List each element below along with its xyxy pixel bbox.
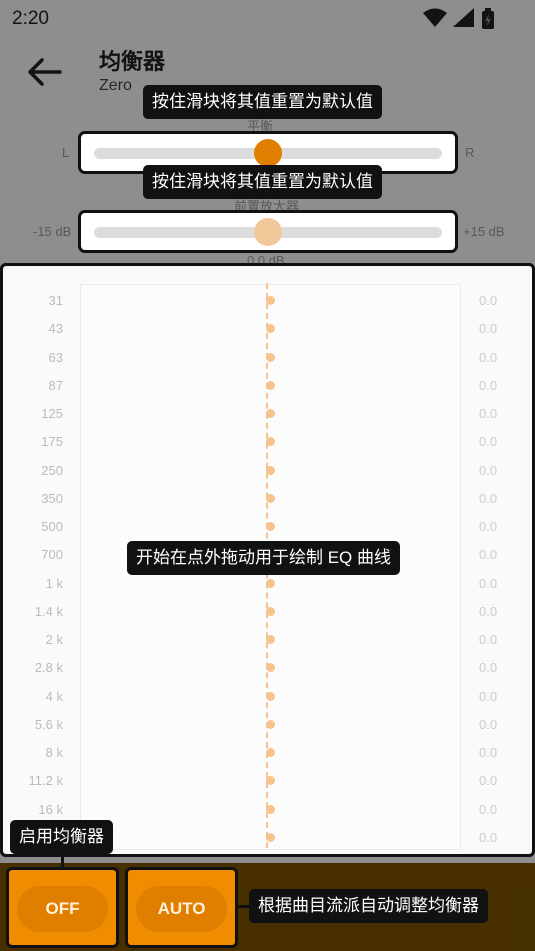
tooltip-auto-eq: 根据曲目流派自动调整均衡器 [249, 889, 488, 923]
eq-band-frequency: 500 [41, 519, 63, 534]
balance-left-label: L [62, 145, 70, 160]
status-time: 2:20 [12, 8, 49, 29]
eq-band-frequency: 2.8 k [34, 660, 63, 676]
eq-band-gain: 0.0 [479, 632, 498, 647]
tooltip-reset-balance: 按住滑块将其值重置为默认值 [143, 85, 382, 119]
eq-band-gain: 0.0 [479, 547, 498, 563]
eq-band-frequency: 125 [41, 406, 63, 421]
tooltip-reset-preamp: 按住滑块将其值重置为默认值 [143, 165, 382, 199]
eq-band-gain: 0.0 [479, 660, 498, 676]
preamp-thumb[interactable] [254, 218, 282, 246]
eq-band-frequency: 63 [48, 349, 63, 365]
eq-band-gain: 0.0 [479, 603, 498, 619]
tooltip-draw-curve: 开始在点外拖动用于绘制 EQ 曲线 [127, 541, 401, 575]
eq-band-frequency: 1.4 k [34, 603, 63, 619]
eq-band-frequency: 1 k [45, 575, 63, 591]
preset-name: Zero [99, 77, 132, 94]
eq-band-frequency: 2 k [45, 632, 63, 647]
eq-band-frequency: 350 [41, 490, 63, 506]
eq-band-frequency: 31 [48, 293, 63, 308]
eq-band-gain: 0.0 [479, 801, 498, 817]
eq-band-frequency: 250 [41, 462, 63, 478]
preamp-slider[interactable] [78, 210, 458, 253]
back-arrow-icon[interactable] [26, 56, 62, 88]
off-button-label: OFF [17, 886, 108, 932]
eq-band-frequency: 175 [41, 434, 63, 450]
eq-band-gain: 0.0 [479, 745, 498, 760]
eq-band-frequency: 8 k [45, 745, 63, 760]
eq-band-gain: 0.0 [479, 716, 498, 732]
eq-band-gain: 0.0 [479, 377, 498, 393]
preamp-min-label: -15 dB [33, 224, 72, 239]
eq-band-frequency: 700 [41, 547, 63, 563]
preamp-max-label: +15 dB [463, 224, 505, 239]
tooltip-enable-eq: 启用均衡器 [10, 820, 113, 854]
eq-band-gain: 0.0 [479, 349, 498, 365]
signal-icon [453, 8, 474, 27]
eq-band-gain: 0.0 [479, 519, 498, 534]
eq-band-gain: 0.0 [479, 773, 498, 789]
eq-band-gain: 0.0 [479, 321, 498, 337]
eq-band-gain: 0.0 [479, 434, 498, 450]
eq-band-frequency: 43 [48, 321, 63, 337]
status-icons [423, 8, 495, 30]
eq-band-gain: 0.0 [479, 829, 498, 845]
balance-thumb[interactable] [254, 139, 282, 167]
wifi-icon [423, 8, 447, 27]
eq-toggle-button[interactable]: OFF [6, 867, 119, 948]
balance-right-label: R [465, 145, 475, 160]
eq-band-gain: 0.0 [479, 490, 498, 506]
page-title: 均衡器 [99, 49, 166, 74]
eq-band-frequency: 4 k [45, 688, 63, 704]
auto-eq-button[interactable]: AUTO [125, 867, 238, 948]
auto-button-label: AUTO [136, 886, 227, 932]
eq-band-gain: 0.0 [479, 575, 498, 591]
eq-band-frequency: 16 k [38, 801, 63, 817]
eq-band-gain: 0.0 [479, 406, 498, 421]
eq-band-frequency: 87 [48, 377, 63, 393]
eq-band-frequency: 11.2 k [28, 773, 63, 789]
eq-band-gain: 0.0 [479, 462, 498, 478]
eq-band-frequency: 5.6 k [34, 716, 63, 732]
eq-band-gain: 0.0 [479, 688, 498, 704]
battery-icon [482, 8, 494, 29]
eq-band-gain: 0.0 [479, 293, 498, 308]
